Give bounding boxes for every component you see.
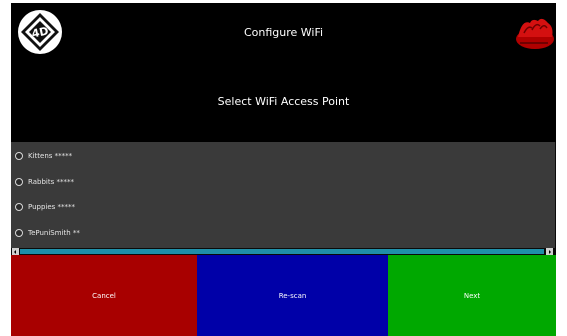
access-point-label: Puppies ***** — [28, 203, 76, 211]
access-point-list: Kittens ***** Rabbits ***** Puppies ****… — [11, 142, 556, 255]
radio-button[interactable] — [15, 229, 23, 237]
radio-button[interactable] — [15, 152, 23, 160]
wifi-config-screen: 4D Configure WiFi Select WiFi Access Poi… — [11, 3, 556, 336]
section-subtitle: Select WiFi Access Point — [217, 95, 350, 108]
cancel-button[interactable]: Cancel — [11, 255, 197, 336]
list-item[interactable]: Rabbits ***** — [15, 175, 74, 189]
list-item[interactable]: Kittens ***** — [15, 149, 72, 163]
scroll-left-arrow-icon[interactable] — [12, 248, 19, 255]
access-point-label: Kittens ***** — [28, 152, 73, 160]
list-item[interactable]: TePuniSmith ** — [15, 226, 80, 240]
radio-button[interactable] — [15, 203, 23, 211]
access-point-label: Rabbits ***** — [28, 178, 74, 186]
rescan-button[interactable]: Re-scan — [197, 255, 388, 336]
vertical-scrollbar[interactable] — [555, 142, 556, 248]
brand-logo-icon — [516, 18, 554, 49]
scroll-right-arrow-icon[interactable] — [546, 248, 553, 255]
button-bar: Cancel Re-scan Next — [11, 255, 556, 336]
radio-button[interactable] — [15, 178, 23, 186]
next-button[interactable]: Next — [388, 255, 556, 336]
access-point-label: TePuniSmith ** — [28, 229, 80, 237]
horizontal-scrollbar-thumb[interactable] — [20, 249, 544, 254]
page-title: Configure WiFi — [243, 26, 324, 39]
list-item[interactable]: Puppies ***** — [15, 200, 75, 214]
horizontal-scrollbar[interactable] — [11, 248, 556, 255]
header: 4D Configure WiFi Select WiFi Access Poi… — [11, 3, 556, 142]
